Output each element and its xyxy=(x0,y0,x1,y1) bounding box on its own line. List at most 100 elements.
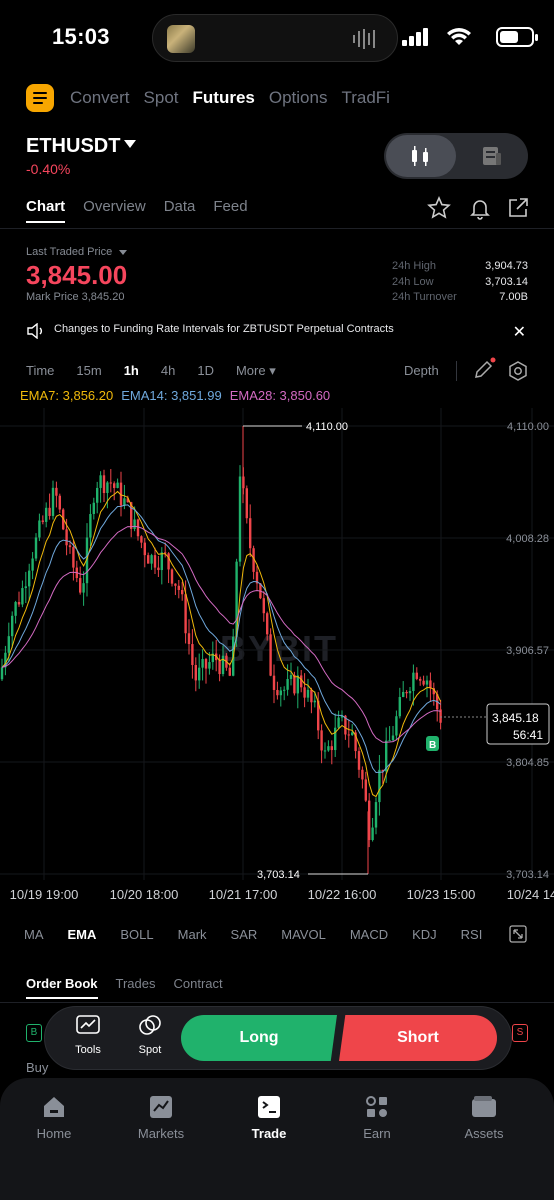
candle-body xyxy=(113,483,116,488)
x-tick-label: 10/21 17:00 xyxy=(209,887,278,902)
candle-body xyxy=(147,555,150,564)
spot-button[interactable]: Spot xyxy=(127,1014,173,1056)
candle-body xyxy=(17,602,21,605)
y-tick-label: 3,804.85 xyxy=(506,757,549,769)
indicator-mavol[interactable]: MAVOL xyxy=(281,927,326,942)
cellular-signal-icon xyxy=(402,28,428,46)
nav-spot[interactable]: Spot xyxy=(144,88,179,108)
candle-body xyxy=(351,732,354,736)
caret-down-icon[interactable] xyxy=(119,250,127,255)
candle-body xyxy=(279,690,282,696)
close-icon[interactable]: ✕ xyxy=(513,322,526,342)
pair-selector[interactable]: ETHUSDT xyxy=(26,135,120,158)
dynamic-island[interactable] xyxy=(152,14,398,62)
menu-button[interactable] xyxy=(26,84,54,112)
interval-4h[interactable]: 4h xyxy=(161,363,175,379)
price-stats: 24h High 3,904.73 24h Low 3,703.14 24h Tur… xyxy=(392,260,528,307)
candle-body xyxy=(51,487,55,516)
tab-feed[interactable]: Feed xyxy=(213,198,247,215)
long-button[interactable]: Long xyxy=(181,1015,337,1061)
product-nav: Convert Spot Futures Options TradFi xyxy=(70,88,390,108)
candle-body xyxy=(402,691,405,698)
y-tick-label: 3,906.57 xyxy=(506,645,549,657)
fullscreen-icon[interactable] xyxy=(509,925,527,943)
candle-body xyxy=(415,672,418,679)
indicator-rsi[interactable]: RSI xyxy=(461,927,483,942)
tab-contract[interactable]: Contract xyxy=(174,976,223,991)
interval-1h[interactable]: 1h xyxy=(124,363,139,379)
share-icon[interactable] xyxy=(506,196,530,220)
indicator-ma[interactable]: MA xyxy=(24,927,44,942)
interval-time[interactable]: Time xyxy=(26,363,54,379)
indicator-macd[interactable]: MACD xyxy=(350,927,388,942)
candle-body xyxy=(262,598,265,614)
candle-body xyxy=(276,689,279,696)
interval-1d[interactable]: 1D xyxy=(197,363,214,379)
candle-body xyxy=(337,717,340,728)
short-button[interactable]: Short xyxy=(339,1015,497,1061)
tab-order-book[interactable]: Order Book xyxy=(26,976,98,999)
y-tick-label: 4,008.28 xyxy=(506,533,549,545)
nav-trade[interactable]: Trade xyxy=(229,1094,309,1141)
interval-more[interactable]: More ▾ xyxy=(236,363,276,379)
candle-body xyxy=(272,675,276,690)
candle-body xyxy=(286,678,289,690)
candle-body xyxy=(89,514,92,538)
indicator-mark[interactable]: Mark xyxy=(178,927,207,942)
stat-row: 24h High 3,904.73 xyxy=(392,260,528,272)
buy-filter[interactable]: B xyxy=(26,1024,42,1042)
candle-body xyxy=(45,507,48,522)
candle-body xyxy=(28,570,31,587)
nav-markets[interactable]: Markets xyxy=(121,1094,201,1141)
news-icon[interactable] xyxy=(481,145,503,167)
candle-body xyxy=(164,552,167,554)
announcement-banner[interactable]: Changes to Funding Rate Intervals for ZB… xyxy=(0,316,554,346)
interval-15m[interactable]: 15m xyxy=(76,363,101,379)
tools-button[interactable]: Tools xyxy=(65,1014,111,1056)
sell-filter[interactable]: S xyxy=(512,1024,528,1042)
nav-assets[interactable]: Assets xyxy=(444,1094,524,1141)
tab-data[interactable]: Data xyxy=(164,198,196,215)
chart-grid xyxy=(0,408,554,880)
indicator-boll[interactable]: BOLL xyxy=(120,927,153,942)
candle-body xyxy=(283,689,286,691)
price-change: -0.40% xyxy=(26,161,71,177)
candle-body xyxy=(153,555,157,568)
nav-futures[interactable]: Futures xyxy=(193,88,255,108)
nav-convert[interactable]: Convert xyxy=(70,88,130,108)
view-toggle[interactable] xyxy=(384,133,528,179)
candle-body xyxy=(408,690,412,694)
announcement-text[interactable]: Changes to Funding Rate Intervals for ZB… xyxy=(54,323,394,335)
ema-line-28 xyxy=(1,525,441,743)
depth-button[interactable]: Depth xyxy=(404,363,439,378)
candle-body xyxy=(123,498,126,506)
candlestick-chart[interactable]: 4,110.00 4,008.28 3,906.57 3,804.85 3,703.14… xyxy=(0,408,554,908)
last-price: 3,845.00 xyxy=(26,260,128,290)
star-icon[interactable] xyxy=(427,196,451,220)
nav-home[interactable]: Home xyxy=(14,1094,94,1141)
indicator-sar[interactable]: SAR xyxy=(231,927,258,942)
nav-options[interactable]: Options xyxy=(269,88,328,108)
candle-body xyxy=(170,569,174,584)
caret-down-icon[interactable] xyxy=(124,140,136,148)
indicator-kdj[interactable]: KDJ xyxy=(412,927,437,942)
last-price-label[interactable]: Last Traded Price xyxy=(26,246,112,258)
tab-chart[interactable]: Chart xyxy=(26,198,66,223)
candle-body xyxy=(7,636,10,653)
candle-body xyxy=(395,716,398,736)
bell-icon[interactable] xyxy=(468,196,492,220)
candle-body xyxy=(296,675,299,694)
nav-tradfi[interactable]: TradFi xyxy=(341,88,390,108)
candlestick-icon[interactable] xyxy=(409,145,431,167)
candle-body xyxy=(194,664,197,681)
pencil-icon[interactable] xyxy=(472,357,496,381)
tab-overview[interactable]: Overview xyxy=(83,198,146,215)
candle-body xyxy=(388,740,391,742)
candle-body xyxy=(238,476,242,562)
earn-icon xyxy=(366,1096,387,1117)
indicator-ema[interactable]: EMA xyxy=(68,927,97,942)
nav-earn[interactable]: Earn xyxy=(337,1094,417,1141)
tab-trades[interactable]: Trades xyxy=(116,976,156,991)
settings-icon[interactable] xyxy=(507,360,529,382)
candle-body xyxy=(34,537,38,559)
